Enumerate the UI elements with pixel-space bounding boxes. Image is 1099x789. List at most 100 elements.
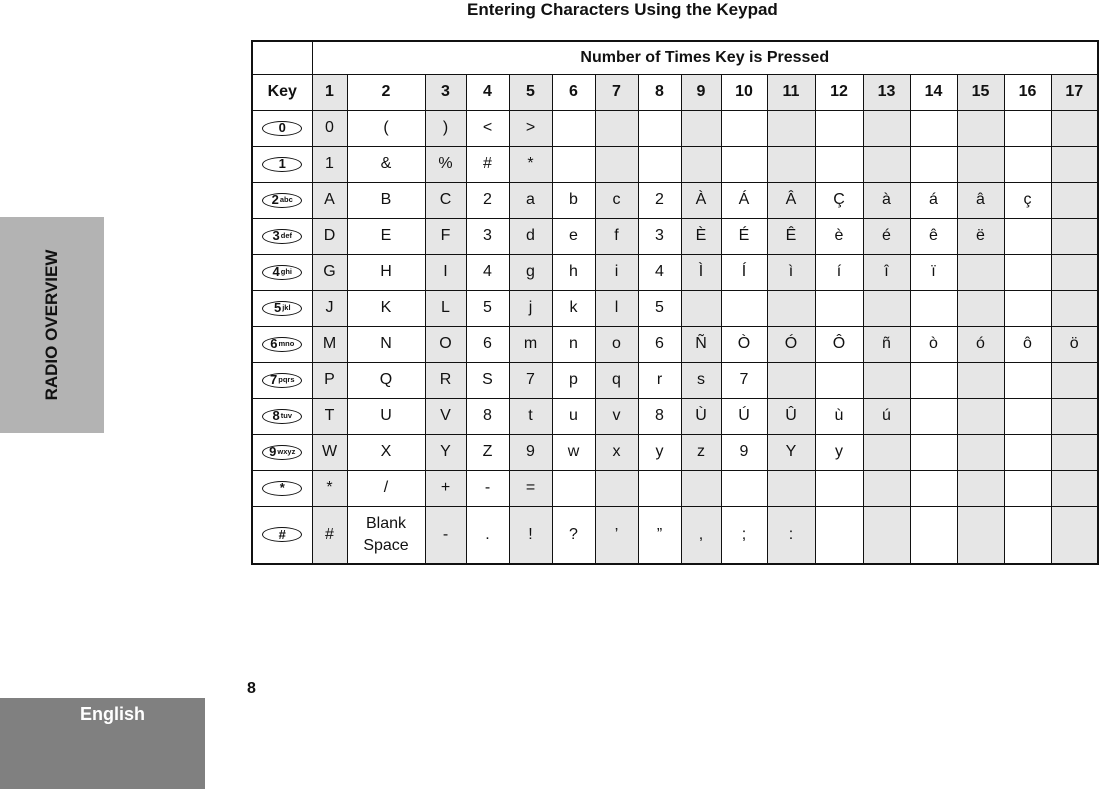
character-cell: Û	[766, 397, 816, 435]
empty-cell	[1003, 289, 1052, 327]
press-count-header: 7	[594, 73, 639, 111]
key-letters: def	[280, 231, 292, 240]
table-row: 0 0() < >	[251, 109, 1099, 147]
character-cell: W	[311, 433, 348, 471]
character-cell: +	[424, 469, 467, 507]
empty-cell	[862, 469, 911, 507]
character-cell: ô	[1003, 325, 1052, 363]
character-cell: î	[862, 253, 911, 291]
table-row: # # Blank Space -.!?’”,;:	[251, 505, 1099, 565]
key-cell: 3 def	[251, 217, 313, 255]
character-cell: y	[814, 433, 864, 471]
empty-cell	[766, 361, 816, 399]
empty-cell	[766, 469, 816, 507]
character-cell: N	[346, 325, 426, 363]
empty-cell	[594, 469, 639, 507]
empty-cell	[1003, 145, 1052, 183]
key-letters: jkl	[282, 303, 291, 312]
character-cell: Y	[766, 433, 816, 471]
empty-cell	[1050, 181, 1099, 219]
key-cell: 6 mno	[251, 325, 313, 363]
empty-cell	[909, 469, 958, 507]
character-cell: i	[594, 253, 639, 291]
character-cell: E	[346, 217, 426, 255]
character-cell: p	[551, 361, 596, 399]
key-digit: 3	[272, 228, 280, 243]
empty-cell	[720, 289, 768, 327]
press-count-header: 9	[680, 73, 722, 111]
key-cell: 7 pqrs	[251, 361, 313, 399]
character-cell: À	[680, 181, 722, 219]
key-digit: *	[279, 480, 285, 495]
character-cell: 7	[508, 361, 553, 399]
key-cell: 2 abc	[251, 181, 313, 219]
press-count-header: 15	[956, 73, 1005, 111]
presses-span-header: Number of Times Key is Pressed	[311, 40, 1099, 75]
press-count-header: 1	[311, 73, 348, 111]
character-cell: *	[508, 145, 553, 183]
empty-cell	[956, 469, 1005, 507]
character-cell: T	[311, 397, 348, 435]
empty-cell	[1050, 109, 1099, 147]
empty-cell	[909, 433, 958, 471]
empty-cell	[551, 145, 596, 183]
character-cell: r	[637, 361, 682, 399]
empty-cell	[720, 109, 768, 147]
character-cell: Ô	[814, 325, 864, 363]
key-digit: 0	[278, 120, 286, 135]
character-cell: Ê	[766, 217, 816, 255]
empty-cell	[1050, 397, 1099, 435]
language-tab-label: English	[80, 704, 146, 724]
character-cell: 4	[637, 253, 682, 291]
press-count-header: 11	[766, 73, 816, 111]
empty-cell	[909, 505, 958, 565]
character-cell: .	[465, 505, 510, 565]
character-cell: D	[311, 217, 348, 255]
character-cell: Í	[720, 253, 768, 291]
table-row: 8 tuv T U V 8 t u v 8 Ù Ú Ûù ú	[251, 397, 1099, 435]
key-digit: #	[278, 526, 286, 542]
key-0-icon: 0	[262, 120, 303, 136]
character-cell: #	[465, 145, 510, 183]
character-cell: #	[311, 505, 348, 565]
character-cell: 6	[637, 325, 682, 363]
key-digit: 6	[270, 336, 278, 351]
empty-cell	[956, 253, 1005, 291]
key-digit: 8	[272, 408, 280, 423]
character-cell: É	[720, 217, 768, 255]
character-cell: é	[862, 217, 911, 255]
empty-cell	[1003, 217, 1052, 255]
press-count-header: 4	[465, 73, 510, 111]
character-cell: 5	[465, 289, 510, 327]
empty-cell	[909, 289, 958, 327]
character-cell: b	[551, 181, 596, 219]
empty-cell	[637, 109, 682, 147]
character-cell: %	[424, 145, 467, 183]
language-tab[interactable]: English	[0, 698, 205, 789]
section-tab[interactable]: RADIO OVERVIEW	[0, 217, 104, 433]
empty-cell	[956, 289, 1005, 327]
press-count-header: 8	[637, 73, 682, 111]
key-2-icon: 2 abc	[262, 192, 303, 208]
empty-cell	[680, 469, 722, 507]
key-letters: wxyz	[277, 447, 296, 456]
empty-corner-cell	[251, 40, 313, 75]
character-cell: w	[551, 433, 596, 471]
character-cell: 5	[637, 289, 682, 327]
empty-cell	[551, 469, 596, 507]
character-cell: :	[766, 505, 816, 565]
press-count-header: 14	[909, 73, 958, 111]
key-letters: mno	[278, 339, 295, 348]
character-cell: o	[594, 325, 639, 363]
character-cell: Z	[465, 433, 510, 471]
character-cell: v	[594, 397, 639, 435]
character-cell: ,	[680, 505, 722, 565]
empty-cell	[766, 109, 816, 147]
empty-cell	[594, 109, 639, 147]
press-count-header: 13	[862, 73, 911, 111]
character-cell: á	[909, 181, 958, 219]
character-cell: 8	[465, 397, 510, 435]
character-cell: B	[346, 181, 426, 219]
character-cell: ò	[909, 325, 958, 363]
key-cell: 1	[251, 145, 313, 183]
